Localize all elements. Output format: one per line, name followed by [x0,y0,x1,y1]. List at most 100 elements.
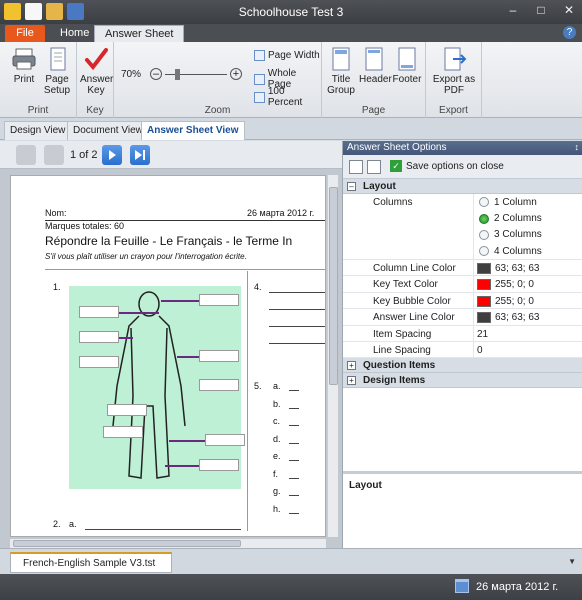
expand-icon[interactable]: + [347,361,356,371]
category-design-items[interactable]: + Design Items [343,373,582,389]
alphabetical-view-icon[interactable] [367,160,381,174]
document-tab[interactable]: French-English Sample V3.tst [10,552,172,573]
tab-document-view[interactable]: Document View [67,121,149,140]
choice-answer-line[interactable] [289,390,299,391]
save-options-checkbox[interactable]: ✓ [390,160,402,172]
footer-button[interactable]: Footer [392,46,422,85]
scrollbar-thumb[interactable] [13,540,241,547]
zoom-slider-thumb[interactable] [175,69,180,80]
property-row[interactable]: Line Spacing 0 [343,341,582,359]
radio-button[interactable] [479,246,489,257]
property-value[interactable]: 255; 0; 0 [477,279,534,291]
answer-sheet-page: Nom: 26 марта 2012 г. Marques totales: 6… [10,175,326,537]
expand-icon[interactable]: + [347,376,356,386]
column-option[interactable]: 3 Columns [479,227,542,243]
property-value[interactable]: 0 [477,345,483,356]
help-icon[interactable]: ? [563,26,576,39]
property-value-text: 0 [477,344,483,356]
property-row[interactable]: Answer Line Color 63; 63; 63 [343,309,582,326]
category-question-items[interactable]: + Question Items [343,358,582,374]
property-value[interactable]: 63; 63; 63 [477,312,539,324]
answer-line[interactable] [85,529,241,530]
answer-line[interactable] [269,309,325,310]
column-option[interactable]: 4 Columns [479,243,542,259]
property-value-text: 255; 0; 0 [495,295,534,307]
radio-button[interactable] [479,213,489,224]
tab-file[interactable]: File [5,25,45,42]
choice-answer-line[interactable] [289,425,299,426]
last-page-button[interactable] [130,145,150,165]
diagram-label-box[interactable] [79,356,119,368]
choice-answer-line[interactable] [289,442,299,444]
print-label: Print [13,74,35,85]
question-5-choice: h. [273,503,281,514]
vertical-scrollbar[interactable] [327,175,338,537]
pin-icon[interactable]: ↕ [575,142,580,152]
diagram-label-box[interactable] [107,404,147,416]
diagram-label-box[interactable] [199,379,239,391]
property-row[interactable]: Key Bubble Color 255; 0; 0 [343,292,582,310]
diagram-label-box[interactable] [199,459,239,471]
radio-button[interactable] [479,197,489,208]
answer-line[interactable] [269,343,325,344]
maximize-icon[interactable]: □ [534,3,548,17]
first-page-button[interactable] [16,145,36,165]
previous-page-button[interactable] [44,145,64,165]
choice-answer-line[interactable] [289,512,299,514]
categorized-view-icon[interactable] [349,160,363,174]
property-name: Key Bubble Color [373,295,451,307]
horizontal-scrollbar[interactable] [10,539,326,548]
print-button[interactable]: Print [10,46,38,85]
diagram-label-box[interactable] [103,426,143,438]
property-value[interactable]: 255; 0; 0 [477,295,534,307]
diagram-label-box[interactable] [79,306,119,318]
diagram-leader-line [161,300,199,302]
property-row[interactable]: Item Spacing 21 [343,325,582,342]
column-divider [473,194,474,259]
property-value[interactable]: 21 [477,329,488,340]
answer-line[interactable] [269,326,325,327]
property-name: Line Spacing [373,344,431,356]
ribbon-group-page: Title Group Header Footer Page [322,42,426,118]
document-pane: 1 of 2 Nom: 26 марта 2012 г. Marques tot… [0,141,342,548]
category-layout[interactable]: – Layout [343,179,582,194]
tab-design-view[interactable]: Design View [4,121,72,140]
diagram-label-box[interactable] [205,434,245,446]
property-row[interactable]: Column Line Color 63; 63; 63 [343,260,582,277]
tab-answer-sheet-view[interactable]: Answer Sheet View [141,121,245,140]
ribbon-group-print: Print Page Setup Print [0,42,77,118]
page-width-button[interactable]: Page Width [254,50,320,61]
property-row[interactable]: Key Text Color 255; 0; 0 [343,276,582,293]
page-setup-button[interactable]: Page Setup [42,46,74,96]
export-pdf-button[interactable]: Export as PDF [430,46,478,96]
question-5-choice: g. [273,486,281,496]
collapse-icon[interactable]: – [347,182,356,191]
scrollbar-thumb[interactable] [329,187,338,385]
choice-answer-line[interactable] [289,495,299,496]
radio-button[interactable] [479,229,489,240]
minimize-icon[interactable]: – [506,3,520,17]
choice-answer-line[interactable] [289,407,299,409]
answer-line[interactable] [269,292,325,293]
zoom-in-icon[interactable]: + [230,68,242,80]
zoom-slider[interactable]: – + [150,68,242,82]
diagram-label-box[interactable] [199,294,239,306]
diagram-label-box[interactable] [199,350,239,362]
column-option[interactable]: 1 Column [479,194,542,210]
title-group-button[interactable]: Title Group [326,46,356,96]
answer-key-button[interactable]: Answer Key [80,46,113,96]
tab-list-dropdown-icon[interactable]: ▼ [568,557,576,566]
header-button[interactable]: Header [359,46,392,85]
tab-answer-sheet[interactable]: Answer Sheet [94,25,185,42]
property-value[interactable]: 63; 63; 63 [477,263,539,274]
column-option[interactable]: 2 Columns [479,210,542,226]
zoom-out-icon[interactable]: – [150,68,162,80]
choice-answer-line[interactable] [289,460,299,461]
column-option-label: 2 Columns [494,213,542,225]
choice-answer-line[interactable] [289,477,299,479]
close-icon[interactable]: ✕ [562,3,576,17]
diagram-label-box[interactable] [79,331,119,343]
tab-home[interactable]: Home [50,25,99,42]
column-divider [473,325,474,341]
next-page-button[interactable] [102,145,122,165]
